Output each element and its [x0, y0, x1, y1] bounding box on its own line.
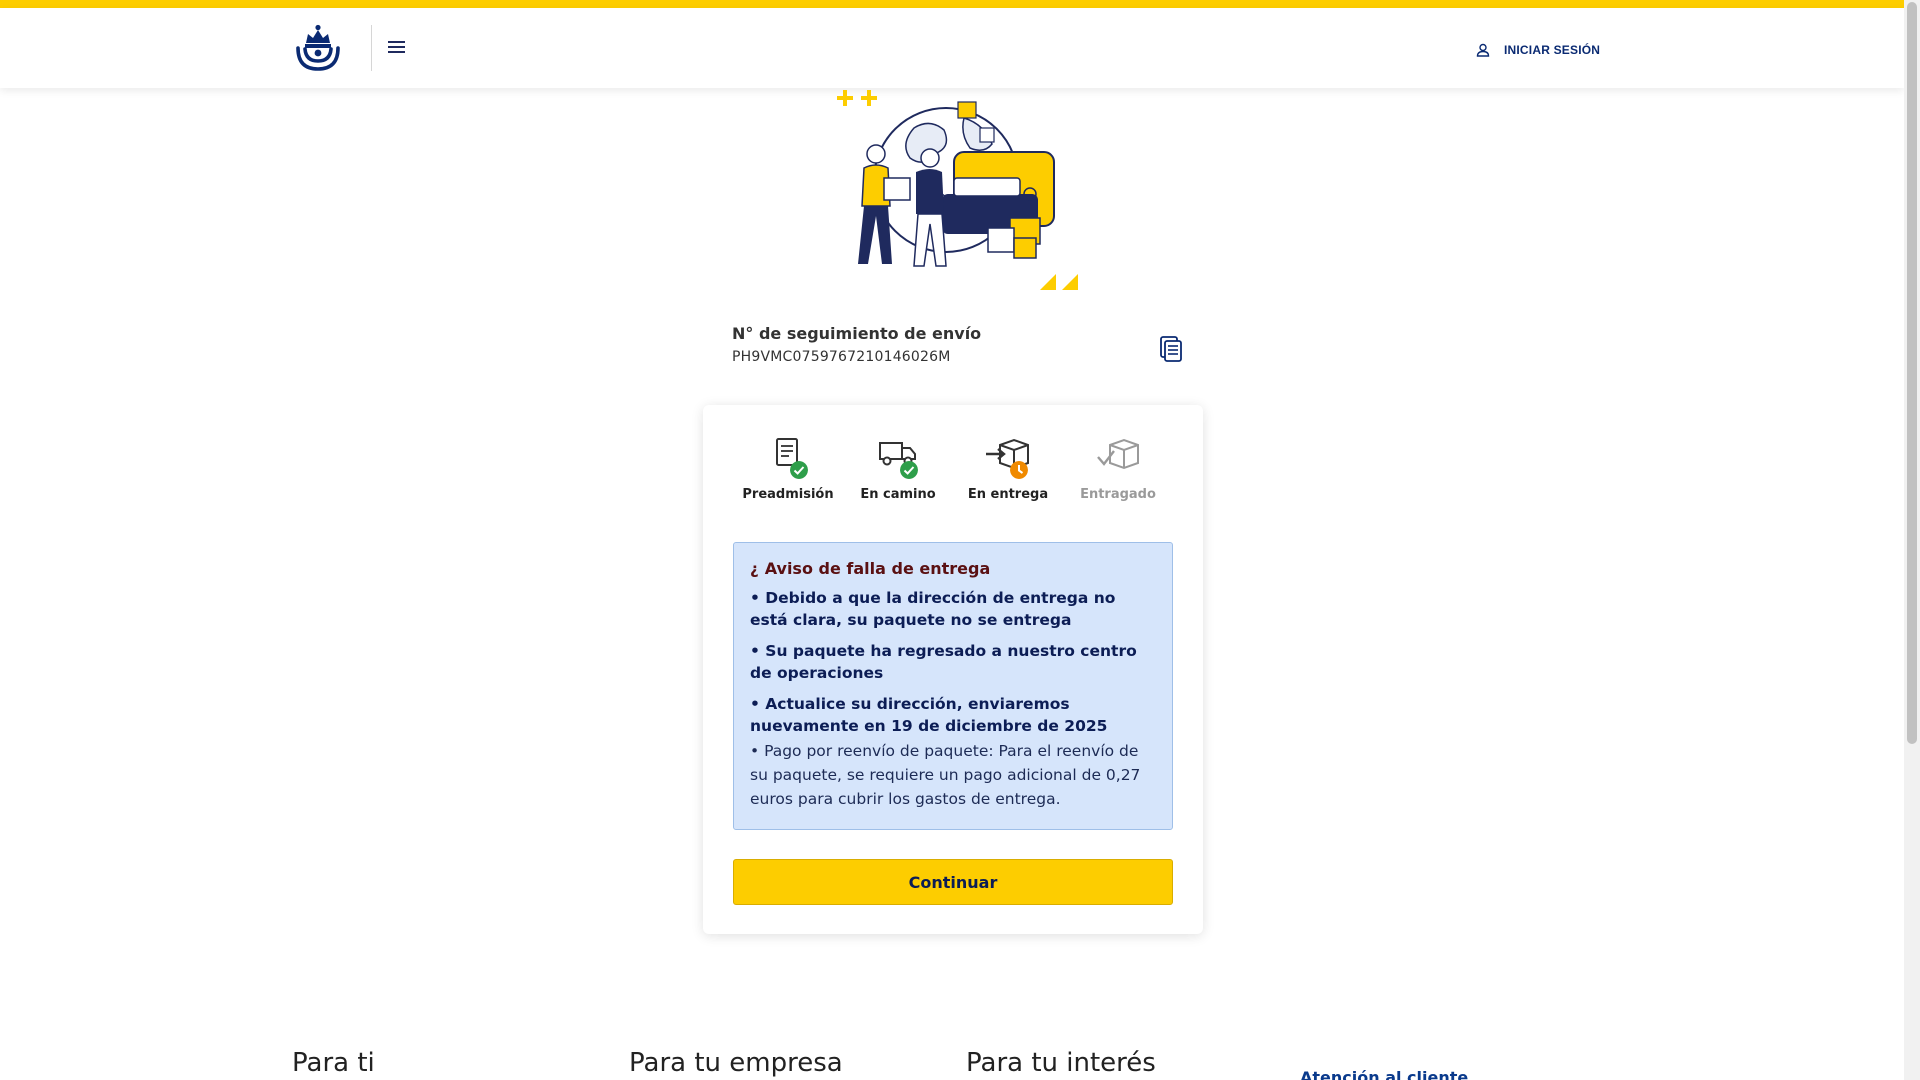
check-badge-icon: [900, 461, 918, 479]
hamburger-menu-icon[interactable]: [388, 38, 410, 58]
continue-button[interactable]: Continuar: [733, 859, 1173, 905]
site-header: INICIAR SESIÓN: [0, 8, 1904, 88]
notice-title-row: ¿ Aviso de falla de entrega: [750, 559, 1156, 578]
tracking-label: N° de seguimiento de envío: [732, 324, 982, 343]
footer-heading-para-tu-interes[interactable]: Para tu interés: [966, 1048, 1156, 1078]
clock-badge-icon: [1010, 461, 1028, 479]
top-accent-bar: [0, 0, 1904, 8]
footer-heading-para-ti[interactable]: Para ti: [292, 1048, 375, 1078]
step-en-camino: En camino: [843, 437, 953, 507]
scrollbar-thumb[interactable]: [1907, 2, 1917, 744]
login-label: INICIAR SESIÓN: [1504, 43, 1601, 57]
status-steps: Preadmisión En camino En entrega Entraga…: [733, 437, 1173, 507]
copy-icon[interactable]: [1158, 335, 1184, 363]
user-icon: [1476, 43, 1490, 57]
delivery-illustration: [837, 90, 1078, 290]
notice-hook-icon: ¿: [750, 560, 759, 578]
step-label: En camino: [860, 487, 936, 502]
notice-bullet: • Debido a que la dirección de entrega n…: [750, 589, 1116, 629]
login-button[interactable]: INICIAR SESIÓN: [1476, 40, 1600, 60]
step-en-entrega: En entrega: [953, 437, 1063, 507]
tracking-card: Preadmisión En camino En entrega Entraga…: [703, 405, 1203, 934]
step-preadmision: Preadmisión: [733, 437, 843, 507]
check-badge-icon: [790, 461, 808, 479]
page: INICIAR SESIÓN N° de seguimiento de enví…: [0, 0, 1904, 1080]
tracking-block: N° de seguimiento de envío PH9VMC0759767…: [732, 324, 1182, 365]
correos-logo-icon[interactable]: [292, 24, 344, 74]
step-label: Preadmisión: [742, 487, 834, 502]
footer-link-atencion-cliente[interactable]: Atención al cliente: [1300, 1068, 1468, 1080]
step-label: En entrega: [967, 487, 1049, 502]
notice-title: Aviso de falla de entrega: [764, 559, 991, 578]
tracking-number: PH9VMC0759767210146026M: [732, 349, 951, 365]
page-scrollbar[interactable]: [1904, 0, 1920, 1080]
step-entregado: Entragado: [1063, 437, 1173, 507]
step-label: Entragado: [1080, 487, 1156, 502]
notice-bullet: • Su paquete ha regresado a nuestro cent…: [750, 642, 1137, 682]
footer-heading-para-tu-empresa[interactable]: Para tu empresa: [629, 1048, 843, 1078]
delivery-failure-notice: ¿ Aviso de falla de entrega • Debido a q…: [733, 542, 1173, 830]
notice-payment-text: • Pago por reenvío de paquete: Para el r…: [750, 742, 1141, 808]
notice-bullet: • Actualice su dirección, enviaremos nue…: [750, 695, 1108, 735]
delivered-box-icon: [1097, 438, 1139, 470]
sparkle-plus-icon: [837, 90, 877, 106]
header-divider: [371, 25, 372, 71]
